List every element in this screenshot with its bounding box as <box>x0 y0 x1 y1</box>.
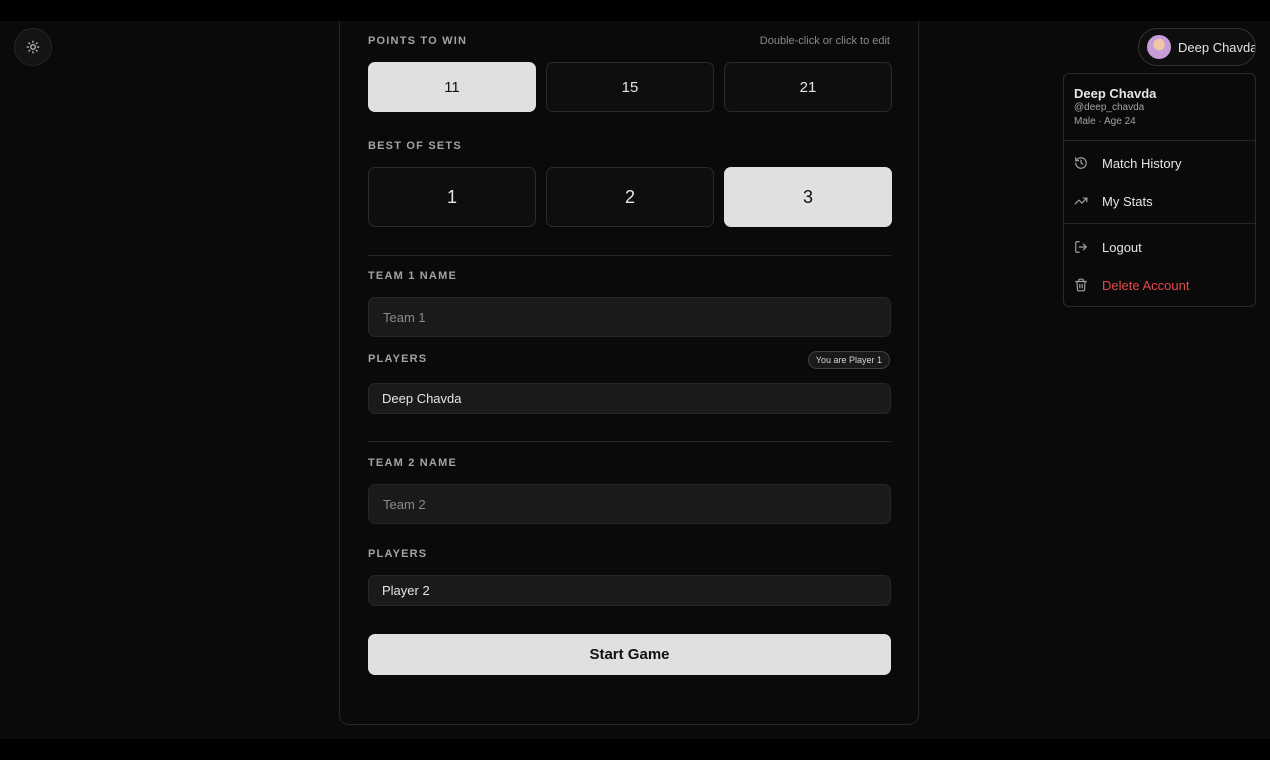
divider <box>368 255 891 256</box>
avatar <box>1147 35 1171 59</box>
match-setup-card: POINTS TO WIN Double-click or click to e… <box>339 21 919 725</box>
menu-item-logout[interactable]: Logout <box>1064 230 1255 264</box>
start-game-button[interactable]: Start Game <box>368 634 891 675</box>
player-badge: You are Player 1 <box>807 351 890 369</box>
best-of-sets-label: BEST OF SETS <box>368 140 462 152</box>
menu-divider <box>1064 140 1255 141</box>
menu-user-handle: @deep_chavda <box>1074 102 1145 113</box>
menu-divider <box>1064 223 1255 224</box>
points-option-11[interactable]: 11 <box>368 62 536 112</box>
history-icon <box>1074 156 1088 170</box>
user-button-name: Deep Chavda <box>1178 39 1256 55</box>
team1-player-input[interactable]: Deep Chavda <box>368 383 891 414</box>
points-option-15[interactable]: 15 <box>546 62 714 112</box>
menu-item-label: Delete Account <box>1102 277 1190 293</box>
sets-option-3[interactable]: 3 <box>724 167 892 227</box>
sun-icon <box>26 40 40 54</box>
menu-item-match-history[interactable]: Match History <box>1064 146 1255 180</box>
team2-player-input[interactable]: Player 2 <box>368 575 891 606</box>
sets-option-1[interactable]: 1 <box>368 167 536 227</box>
menu-item-label: Match History <box>1102 155 1182 171</box>
user-menu-button[interactable]: Deep Chavda <box>1138 28 1256 66</box>
menu-user-name: Deep Chavda <box>1074 86 1157 101</box>
team2-name-input[interactable]: Team 2 <box>368 484 891 524</box>
logout-icon <box>1074 240 1088 254</box>
user-dropdown-menu: Deep Chavda @deep_chavda Male · Age 24 M… <box>1063 73 1256 307</box>
trash-icon <box>1074 278 1088 292</box>
points-option-21[interactable]: 21 <box>724 62 892 112</box>
team2-name-label: TEAM 2 NAME <box>368 457 457 469</box>
menu-item-delete-account[interactable]: Delete Account <box>1064 268 1255 302</box>
sets-option-2[interactable]: 2 <box>546 167 714 227</box>
team1-name-input[interactable]: Team 1 <box>368 297 891 337</box>
divider <box>368 441 891 442</box>
team1-players-label: PLAYERS <box>368 353 428 365</box>
menu-item-label: My Stats <box>1102 193 1153 209</box>
menu-item-my-stats[interactable]: My Stats <box>1064 184 1255 218</box>
theme-toggle-button[interactable] <box>14 28 52 66</box>
team2-players-label: PLAYERS <box>368 548 428 560</box>
trending-up-icon <box>1074 194 1088 208</box>
points-to-win-label: POINTS TO WIN <box>368 35 468 47</box>
menu-item-label: Logout <box>1102 239 1142 255</box>
edit-hint: Double-click or click to edit <box>759 35 890 47</box>
menu-user-meta: Male · Age 24 <box>1074 116 1136 127</box>
team1-name-label: TEAM 1 NAME <box>368 270 457 282</box>
